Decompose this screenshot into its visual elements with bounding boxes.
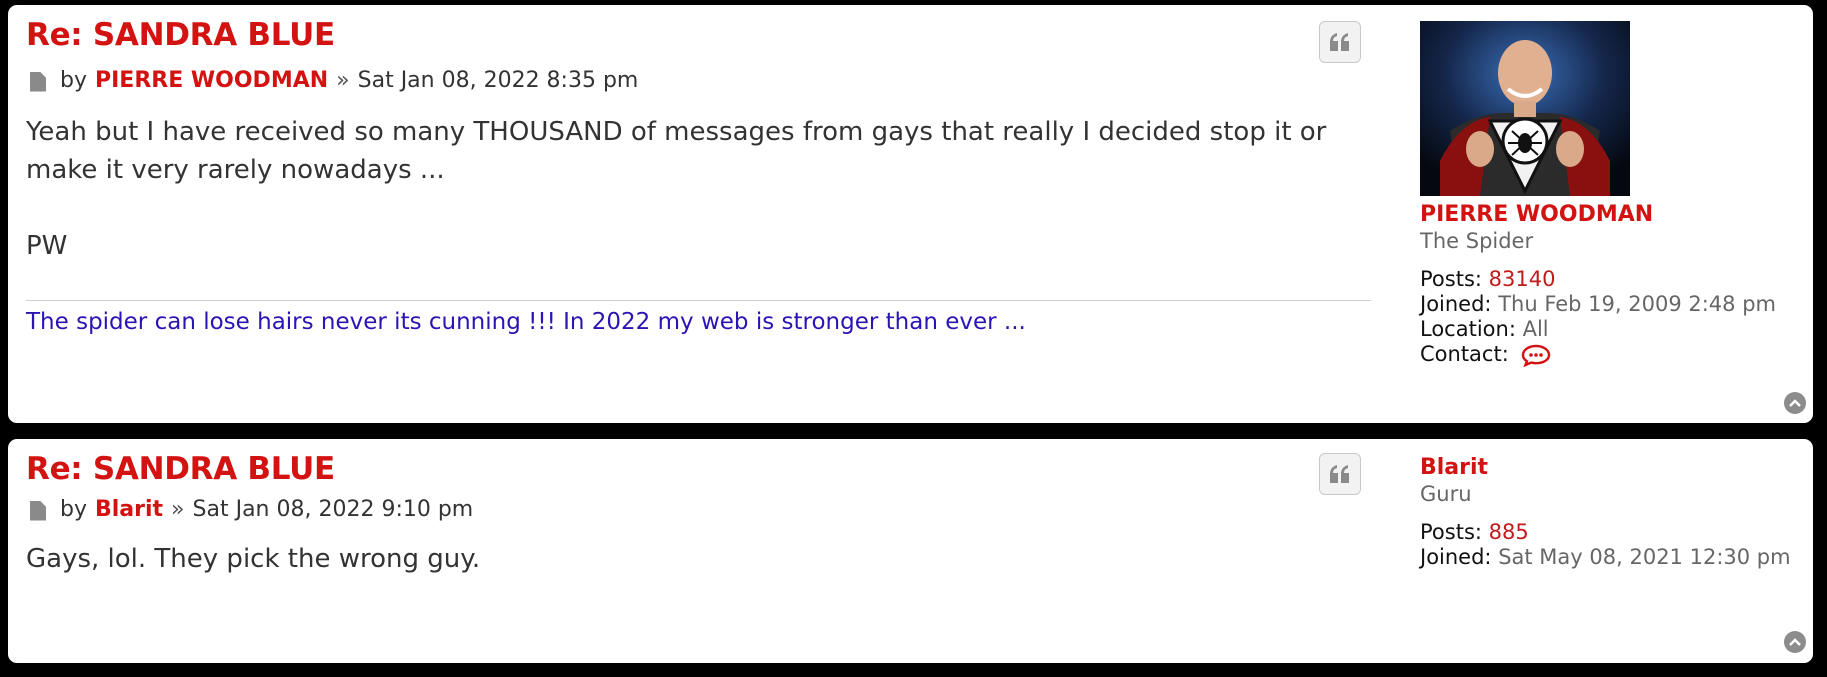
post-title[interactable]: Re: SANDRA BLUE [26, 17, 335, 53]
joined-label: Joined: [1420, 545, 1492, 569]
post-file-icon[interactable] [30, 71, 46, 92]
profile-joined-date: Sat May 08, 2021 12:30 pm [1498, 545, 1791, 569]
avatar[interactable] [1420, 21, 1630, 196]
location-label: Location: [1420, 317, 1516, 341]
profile-details: Posts: 83140 Joined: Thu Feb 19, 2009 2:… [1420, 267, 1776, 367]
byline-separator: » [171, 497, 185, 522]
profile-username-link[interactable]: Blarit [1420, 455, 1800, 480]
quote-icon [1330, 33, 1349, 51]
profile-contact-row: Contact: [1420, 342, 1776, 367]
post-content: Yeah but I have received so many THOUSAN… [26, 113, 1356, 265]
profile-posts-count-link[interactable]: 83140 [1489, 267, 1556, 291]
profile-username-link[interactable]: PIERRE WOODMAN [1420, 202, 1776, 227]
post-title[interactable]: Re: SANDRA BLUE [26, 451, 335, 487]
signature-divider [26, 300, 1371, 301]
post-date: Sat Jan 08, 2022 8:35 pm [357, 68, 639, 93]
profile-joined-date: Thu Feb 19, 2009 2:48 pm [1498, 292, 1776, 316]
joined-label: Joined: [1420, 292, 1492, 316]
post-date: Sat Jan 08, 2022 9:10 pm [192, 497, 474, 522]
back-to-top-button[interactable] [1784, 631, 1806, 653]
back-to-top-button[interactable] [1784, 392, 1806, 414]
post-author-link[interactable]: Blarit [95, 497, 163, 522]
profile-joined-row: Joined: Thu Feb 19, 2009 2:48 pm [1420, 292, 1776, 317]
post-content-line: Gays, lol. They pick the wrong guy. [26, 544, 481, 574]
post-profile: PIERRE WOODMAN The Spider Posts: 83140 J… [1420, 21, 1776, 367]
post: Re: SANDRA BLUE by PIERRE WOODMAN » Sat … [8, 5, 1813, 423]
post-content-line: Yeah but I have received so many THOUSAN… [26, 117, 1327, 185]
post-content-line [26, 189, 1356, 227]
profile-rank: The Spider [1420, 229, 1534, 253]
quote-button[interactable] [1319, 21, 1361, 63]
by-label: by [60, 68, 87, 93]
profile-posts-count-link[interactable]: 885 [1489, 520, 1529, 544]
by-label: by [60, 497, 87, 522]
post-file-icon[interactable] [30, 500, 46, 521]
post-signature: The spider can lose hairs never its cunn… [26, 309, 1026, 335]
posts-label: Posts: [1420, 520, 1482, 544]
profile-posts-row: Posts: 885 [1420, 520, 1800, 545]
profile-location-row: Location: All [1420, 317, 1776, 342]
post-byline: by PIERRE WOODMAN » Sat Jan 08, 2022 8:3… [26, 68, 638, 93]
quote-icon [1330, 465, 1349, 483]
speech-bubble-icon[interactable] [1521, 343, 1551, 367]
quote-button[interactable] [1319, 453, 1361, 495]
profile-posts-row: Posts: 83140 [1420, 267, 1776, 292]
post-profile: Blarit Guru Posts: 885 Joined: Sat May 0… [1420, 455, 1800, 570]
post-content: Gays, lol. They pick the wrong guy. [26, 540, 1356, 578]
post-byline: by Blarit » Sat Jan 08, 2022 9:10 pm [26, 497, 473, 522]
chevron-up-icon [1789, 638, 1801, 646]
post-content-line: PW [26, 231, 68, 261]
contact-label: Contact: [1420, 342, 1509, 366]
chevron-up-icon [1789, 399, 1801, 407]
post: Re: SANDRA BLUE by Blarit » Sat Jan 08, … [8, 439, 1813, 663]
post-author-link[interactable]: PIERRE WOODMAN [95, 68, 328, 93]
profile-joined-row: Joined: Sat May 08, 2021 12:30 pm [1420, 545, 1800, 570]
byline-separator: » [336, 68, 350, 93]
profile-location: All [1522, 317, 1549, 341]
profile-details: Posts: 885 Joined: Sat May 08, 2021 12:3… [1420, 520, 1800, 570]
posts-label: Posts: [1420, 267, 1482, 291]
profile-rank: Guru [1420, 482, 1472, 506]
